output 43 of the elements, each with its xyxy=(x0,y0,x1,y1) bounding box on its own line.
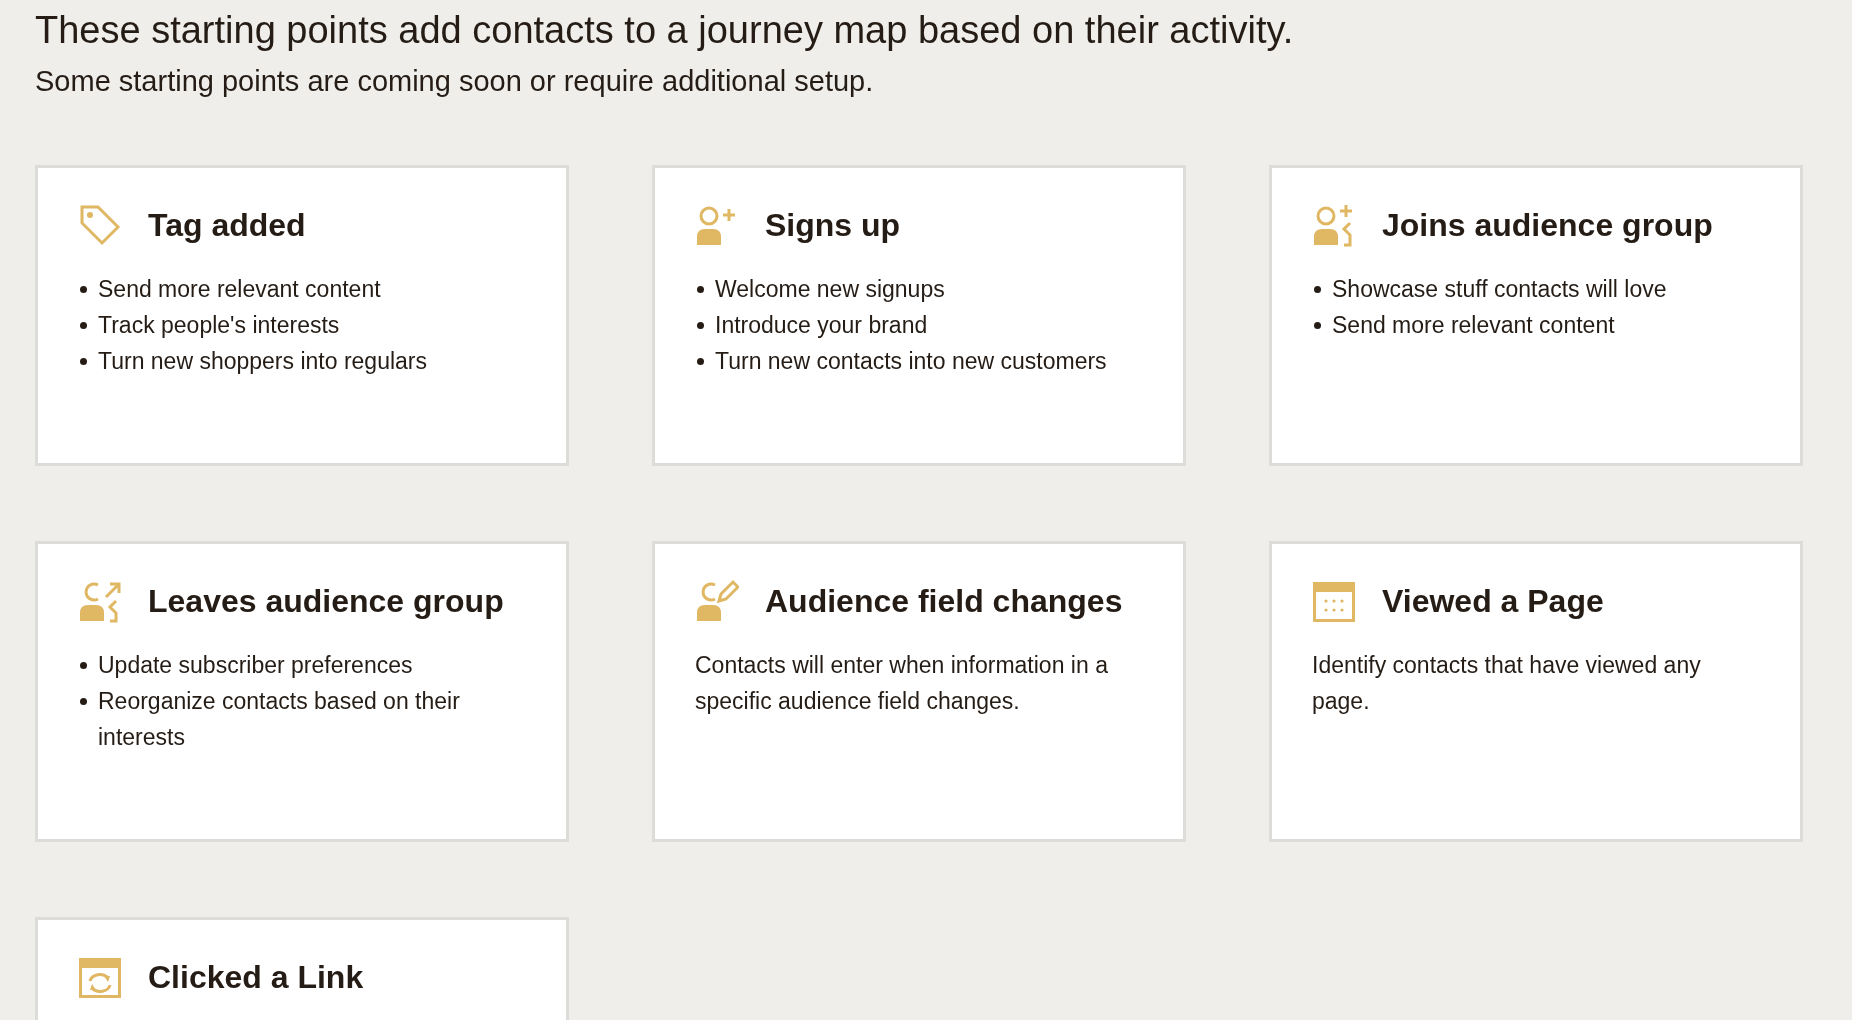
starting-point-card[interactable]: Clicked a Link xyxy=(35,917,569,1020)
benefit-text: Introduce your brand xyxy=(715,312,928,339)
bullet-icon xyxy=(80,286,87,294)
bullet-icon xyxy=(80,358,87,366)
card-title: Tag added xyxy=(148,205,306,245)
bullet-icon xyxy=(1314,322,1321,330)
benefit-text: Showcase stuff contacts will love xyxy=(1332,276,1667,303)
starting-point-card[interactable]: Signs up Welcome new signups Introduce your brand Turn new contacts into new customers xyxy=(652,165,1186,467)
bullet-icon xyxy=(80,322,87,330)
benefit-text: Send more relevant content xyxy=(98,276,381,303)
benefit-text: Turn new contacts into new customers xyxy=(715,348,1107,375)
card-title: Clicked a Link xyxy=(148,957,364,997)
bullet-icon xyxy=(80,698,87,706)
browser-window-icon xyxy=(1312,579,1356,624)
benefit-text: Turn new shoppers into regulars xyxy=(98,348,427,375)
card-title: Leaves audience group xyxy=(148,581,504,621)
person-pencil-icon xyxy=(695,579,739,624)
bullet-icon xyxy=(80,662,87,670)
card-title: Joins audience group xyxy=(1382,205,1713,245)
card-description: Contacts will enter when information in a specific audience field changes. xyxy=(695,651,1109,717)
benefit-text: Welcome new signups xyxy=(715,276,945,303)
card-title: Viewed a Page xyxy=(1382,581,1604,621)
card-title: Audience field changes xyxy=(765,581,1123,621)
starting-point-card[interactable]: Audience field changes Contacts will enter when information in a specific audience field changes. xyxy=(652,541,1186,843)
bullet-icon xyxy=(697,322,704,330)
benefit-text: Update subscriber preferences xyxy=(98,652,413,679)
starting-point-card[interactable]: Joins audience group Showcase stuff contacts will love Send more relevant content xyxy=(1269,165,1803,467)
bullet-icon xyxy=(697,358,704,366)
tag-icon xyxy=(78,203,122,248)
browser-refresh-icon xyxy=(78,955,122,1000)
starting-point-card[interactable]: Tag added Send more relevant content Track people's interests Turn new shoppers into regulars xyxy=(35,165,569,467)
page-heading: These starting points add contacts to a journey map based on their activity. xyxy=(35,8,1295,53)
bullet-icon xyxy=(697,286,704,294)
page-subheading: Some starting points are coming soon or require additional setup. xyxy=(35,63,875,99)
benefit-text: Send more relevant content xyxy=(1332,312,1615,339)
card-description: Identify contacts that have viewed any page. xyxy=(1312,651,1702,717)
person-arrows-icon xyxy=(78,579,122,624)
bullet-icon xyxy=(1314,286,1321,294)
starting-point-card[interactable]: Viewed a Page Identify contacts that have viewed any page. xyxy=(1269,541,1803,843)
card-title: Signs up xyxy=(765,205,901,245)
benefit-text: Track people's interests xyxy=(98,312,340,339)
starting-point-card[interactable]: Leaves audience group Update subscriber preferences Reorganize contacts based on their interests xyxy=(35,541,569,843)
benefit-text: Reorganize contacts based on their interests xyxy=(98,688,460,751)
